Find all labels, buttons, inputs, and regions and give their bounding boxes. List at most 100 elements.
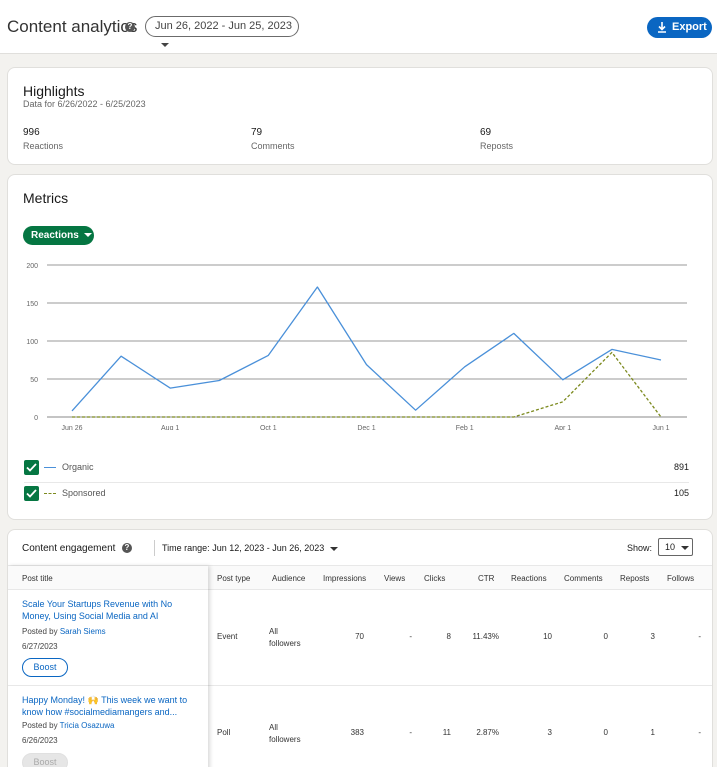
column-header-clicks[interactable]: Clicks xyxy=(424,574,445,583)
y-tick-label: 0 xyxy=(34,415,38,422)
caret-down-icon xyxy=(83,233,92,238)
cell-reposts: 3 xyxy=(650,632,655,641)
cell-views: - xyxy=(409,728,412,737)
organic-checkbox[interactable] xyxy=(24,460,39,475)
posted-by: Posted by Tricia Osazuwa xyxy=(22,721,114,730)
cell-reactions: 3 xyxy=(547,728,552,737)
organic-legend-swatch xyxy=(44,467,56,468)
table-header-row: Post type Audience Impressions Views Cli… xyxy=(208,566,712,590)
series-line-sponsored xyxy=(72,351,662,418)
cell-clicks: 8 xyxy=(446,632,451,641)
post-title-link[interactable]: Scale Your Startups Revenue with No Mone… xyxy=(22,598,194,622)
column-header-views[interactable]: Views xyxy=(384,574,405,583)
x-tick-label: Aug 1 xyxy=(161,425,179,430)
metrics-title: Metrics xyxy=(23,190,69,206)
cell-comments: 0 xyxy=(603,728,608,737)
page-size-select[interactable]: 10 xyxy=(658,538,693,556)
y-tick-label: 100 xyxy=(26,339,38,346)
y-tick-label: 50 xyxy=(30,377,38,384)
cell-views: - xyxy=(409,632,412,641)
download-icon xyxy=(658,22,666,33)
boost-button-disabled: Boost xyxy=(22,753,68,767)
caret-down-icon xyxy=(681,545,690,550)
metric-selector[interactable]: Reactions xyxy=(23,226,94,245)
cell-reactions: 10 xyxy=(543,632,552,641)
post-title-link[interactable]: Happy Monday! 🙌 This week we want to kno… xyxy=(22,694,194,718)
divider xyxy=(154,540,155,556)
time-range-dropdown[interactable]: Time range: Jun 12, 2023 - Jun 26, 2023 xyxy=(162,543,339,553)
column-header-ctr[interactable]: CTR xyxy=(478,574,494,583)
check-icon xyxy=(26,463,37,472)
table-row: Poll All followers 383 - 11 2.87% 3 0 1 … xyxy=(208,686,712,767)
cell-post-type: Poll xyxy=(217,728,231,737)
column-header-audience[interactable]: Audience xyxy=(272,574,305,583)
column-header-post-title[interactable]: Post title xyxy=(22,574,53,583)
time-range-label: Time range: xyxy=(162,543,210,553)
stat-reactions: 996 Reactions xyxy=(23,127,63,151)
sponsored-legend-swatch xyxy=(44,493,56,494)
date-range-dropdown[interactable]: Jun 26, 2022 - Jun 25, 2023 xyxy=(145,16,299,48)
stat-value: 79 xyxy=(251,127,263,138)
author-link[interactable]: Sarah Siems xyxy=(60,627,106,636)
highlights-card: Highlights Data for 6/26/2022 - 6/25/202… xyxy=(7,67,713,165)
y-tick-label: 150 xyxy=(26,301,38,308)
x-tick-label: Jun 1 xyxy=(652,425,669,430)
stat-comments: 79 Comments xyxy=(251,127,295,151)
cell-reposts: 1 xyxy=(650,728,655,737)
x-tick-label: Feb 1 xyxy=(456,425,474,430)
column-header-comments[interactable]: Comments xyxy=(564,574,603,583)
sponsored-checkbox[interactable] xyxy=(24,486,39,501)
x-tick-label: Oct 1 xyxy=(260,425,277,430)
legend-name: Organic xyxy=(62,462,94,472)
stat-value: 996 xyxy=(23,127,40,138)
cell-impressions: 70 xyxy=(355,632,364,641)
post-date: 6/26/2023 xyxy=(22,736,58,745)
post-date: 6/27/2023 xyxy=(22,642,58,651)
column-header-reactions[interactable]: Reactions xyxy=(511,574,547,583)
boost-button[interactable]: Boost xyxy=(22,658,68,677)
caret-down-icon xyxy=(330,546,339,551)
top-bar: Content analytics ? Jun 26, 2022 - Jun 2… xyxy=(0,0,717,54)
stat-label: Reposts xyxy=(480,141,514,151)
table-row: Event All followers 70 - 8 11.43% 10 0 3… xyxy=(208,590,712,686)
author-link[interactable]: Tricia Osazuwa xyxy=(60,721,115,730)
page-title: Content analytics xyxy=(7,17,138,36)
cell-follows: - xyxy=(698,632,701,641)
x-tick-label: Jun 26 xyxy=(61,425,82,430)
stat-label: Reactions xyxy=(23,141,64,151)
legend-name: Sponsored xyxy=(62,488,106,498)
cell-audience: All followers xyxy=(269,723,301,744)
column-header-reposts[interactable]: Reposts xyxy=(620,574,649,583)
help-icon[interactable]: ? xyxy=(122,543,132,553)
table-row: Happy Monday! 🙌 This week we want to kno… xyxy=(8,686,208,767)
legend-row-sponsored: Sponsored 105 xyxy=(24,481,689,507)
time-range-value: Jun 12, 2023 - Jun 26, 2023 xyxy=(212,543,325,553)
reactions-line-chart: 0 50 100 150 200 Jun 26 Aug 1 Oct 1 Dec 1 Feb 1 Ap… xyxy=(26,263,687,430)
highlights-subtitle: Data for 6/26/2022 - 6/25/2023 xyxy=(23,99,146,109)
export-button[interactable]: Export xyxy=(647,17,712,38)
column-header-follows[interactable]: Follows xyxy=(667,574,694,583)
legend-total: 891 xyxy=(673,462,689,472)
cell-post-type: Event xyxy=(217,632,238,641)
posted-by: Posted by Sarah Siems xyxy=(22,627,106,636)
column-header-impressions[interactable]: Impressions xyxy=(323,574,366,583)
cell-ctr: 11.43% xyxy=(472,632,499,641)
cell-follows: - xyxy=(698,728,701,737)
page-size-value: 10 xyxy=(665,542,676,552)
check-icon xyxy=(26,489,37,498)
help-icon[interactable]: ? xyxy=(125,22,135,32)
metric-selector-label: Reactions xyxy=(31,230,79,241)
legend-row-organic: Organic 891 xyxy=(24,455,689,481)
cell-comments: 0 xyxy=(603,632,608,641)
table-header-row: Post title xyxy=(8,566,208,590)
highlights-title: Highlights xyxy=(23,83,85,99)
show-label: Show: xyxy=(627,543,653,553)
engagement-header: Content engagement ? Time range: Jun 12,… xyxy=(8,530,712,566)
cell-ctr: 2.87% xyxy=(476,728,499,737)
column-header-post-type[interactable]: Post type xyxy=(217,574,250,583)
caret-down-icon xyxy=(161,43,169,48)
x-tick-label: Dec 1 xyxy=(357,425,375,430)
posted-by-label: Posted by xyxy=(22,627,58,636)
engagement-title: Content engagement xyxy=(22,543,116,554)
stat-label: Comments xyxy=(251,141,295,151)
